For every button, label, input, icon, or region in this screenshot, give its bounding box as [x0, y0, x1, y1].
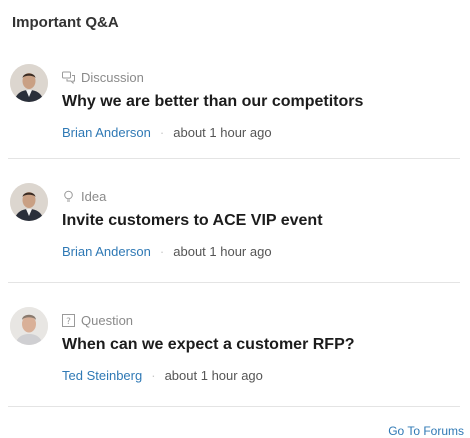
post-type-label: Discussion [81, 70, 144, 85]
avatar-image [10, 183, 48, 221]
post-meta: Brian Anderson · about 1 hour ago [62, 125, 272, 140]
avatar[interactable] [10, 307, 48, 345]
timestamp: about 1 hour ago [173, 125, 272, 140]
author-link[interactable]: Brian Anderson [62, 125, 151, 140]
svg-text:?: ? [66, 317, 71, 327]
separator: · [151, 368, 156, 383]
avatar-image [10, 64, 48, 102]
timestamp: about 1 hour ago [164, 368, 263, 383]
post-title-link[interactable]: Why we are better than our competitors [62, 93, 363, 111]
go-to-forums-link[interactable]: Go To Forums [388, 424, 464, 438]
lightbulb-icon [62, 190, 75, 203]
qa-widget: Important Q&A Discussion Why we are bett… [0, 0, 470, 438]
post-type: ? Question [62, 313, 133, 328]
avatar-image [10, 307, 48, 345]
post-type: Idea [62, 189, 106, 204]
avatar[interactable] [10, 64, 48, 102]
post-title-link[interactable]: When can we expect a customer RFP? [62, 336, 355, 354]
avatar[interactable] [10, 183, 48, 221]
post-type-label: Idea [81, 189, 107, 204]
list-item[interactable]: Idea Invite customers to ACE VIP event B… [8, 159, 460, 283]
post-title-link[interactable]: Invite customers to ACE VIP event [62, 212, 323, 230]
post-type-label: Question [81, 313, 134, 328]
author-link[interactable]: Ted Steinberg [62, 368, 142, 383]
discussion-icon [62, 71, 75, 84]
list-item[interactable]: Discussion Why we are better than our co… [8, 40, 460, 159]
post-meta: Ted Steinberg · about 1 hour ago [62, 368, 263, 383]
separator: · [159, 125, 165, 140]
list-item[interactable]: ? Question When can we expect a customer… [8, 283, 460, 407]
author-link[interactable]: Brian Anderson [62, 244, 151, 259]
timestamp: about 1 hour ago [173, 244, 272, 259]
qa-feed: Discussion Why we are better than our co… [0, 40, 470, 407]
widget-title: Important Q&A [12, 14, 119, 31]
separator: · [159, 244, 165, 259]
question-icon: ? [62, 314, 75, 327]
post-type: Discussion [62, 70, 144, 85]
post-meta: Brian Anderson · about 1 hour ago [62, 244, 272, 259]
